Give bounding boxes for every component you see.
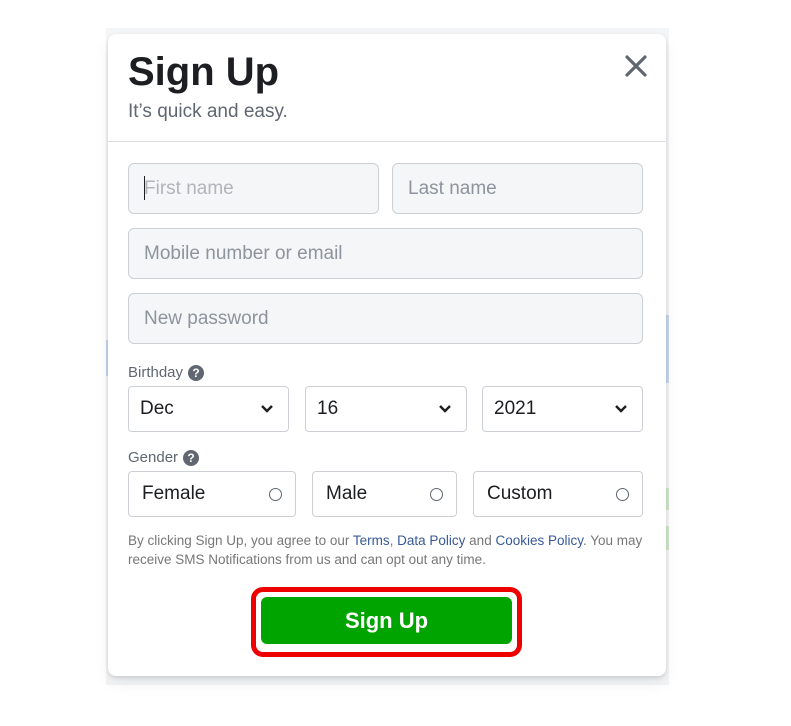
month-value: Dec [140, 398, 174, 419]
close-icon [625, 55, 647, 77]
modal-title: Sign Up [128, 50, 280, 94]
terms-separator: and [465, 533, 496, 548]
question-circle-icon[interactable]: ? [188, 364, 205, 381]
question-circle-icon[interactable]: ? [183, 449, 200, 466]
gender-label-text: Gender [128, 449, 179, 466]
background-element [666, 526, 669, 550]
chevron-down-icon [615, 405, 627, 413]
modal-header: Sign Up It’s quick and easy. [108, 34, 666, 142]
background-element [666, 315, 669, 383]
mobile-or-email-input[interactable] [128, 228, 643, 279]
chevron-down-icon [261, 405, 273, 413]
year-value: 2021 [494, 398, 537, 419]
gender-option-male[interactable]: Male [312, 471, 457, 517]
gender-option-label: Male [326, 483, 368, 504]
terms-link[interactable]: Terms [353, 533, 390, 548]
sign-up-button[interactable]: Sign Up [261, 597, 512, 644]
birthday-label: Birthday ? [128, 364, 205, 381]
radio-button[interactable] [269, 487, 282, 501]
gender-option-label: Female [142, 483, 206, 504]
day-value: 16 [317, 398, 339, 419]
data-policy-link[interactable]: Data Policy [397, 533, 465, 548]
radio-button[interactable] [430, 487, 443, 501]
new-password-input[interactable] [128, 293, 643, 344]
birthday-label-text: Birthday [128, 364, 184, 381]
gender-option-label: Custom [487, 483, 553, 504]
birthday-year-select[interactable]: 2021 [482, 386, 643, 432]
radio-button[interactable] [616, 487, 629, 501]
signup-modal: Sign Up It’s quick and easy. [108, 34, 666, 676]
terms-separator: , [389, 533, 398, 548]
terms-prefix: By clicking Sign Up, you agree to our [128, 533, 353, 548]
gender-label: Gender ? [128, 449, 200, 466]
gender-option-female[interactable]: Female [128, 471, 296, 517]
birthday-month-select[interactable]: Dec [128, 386, 289, 432]
terms-text: By clicking Sign Up, you agree to our Te… [128, 531, 648, 569]
gender-option-custom[interactable]: Custom [473, 471, 643, 517]
text-cursor [144, 176, 145, 200]
background-element [666, 488, 669, 510]
modal-subtitle: It’s quick and easy. [128, 101, 288, 122]
last-name-input[interactable] [392, 163, 643, 214]
chevron-down-icon [439, 405, 451, 413]
birthday-day-select[interactable]: 16 [305, 386, 467, 432]
cookies-policy-link[interactable]: Cookies Policy [495, 533, 583, 548]
close-button[interactable] [622, 52, 650, 80]
first-name-input[interactable] [128, 163, 379, 214]
